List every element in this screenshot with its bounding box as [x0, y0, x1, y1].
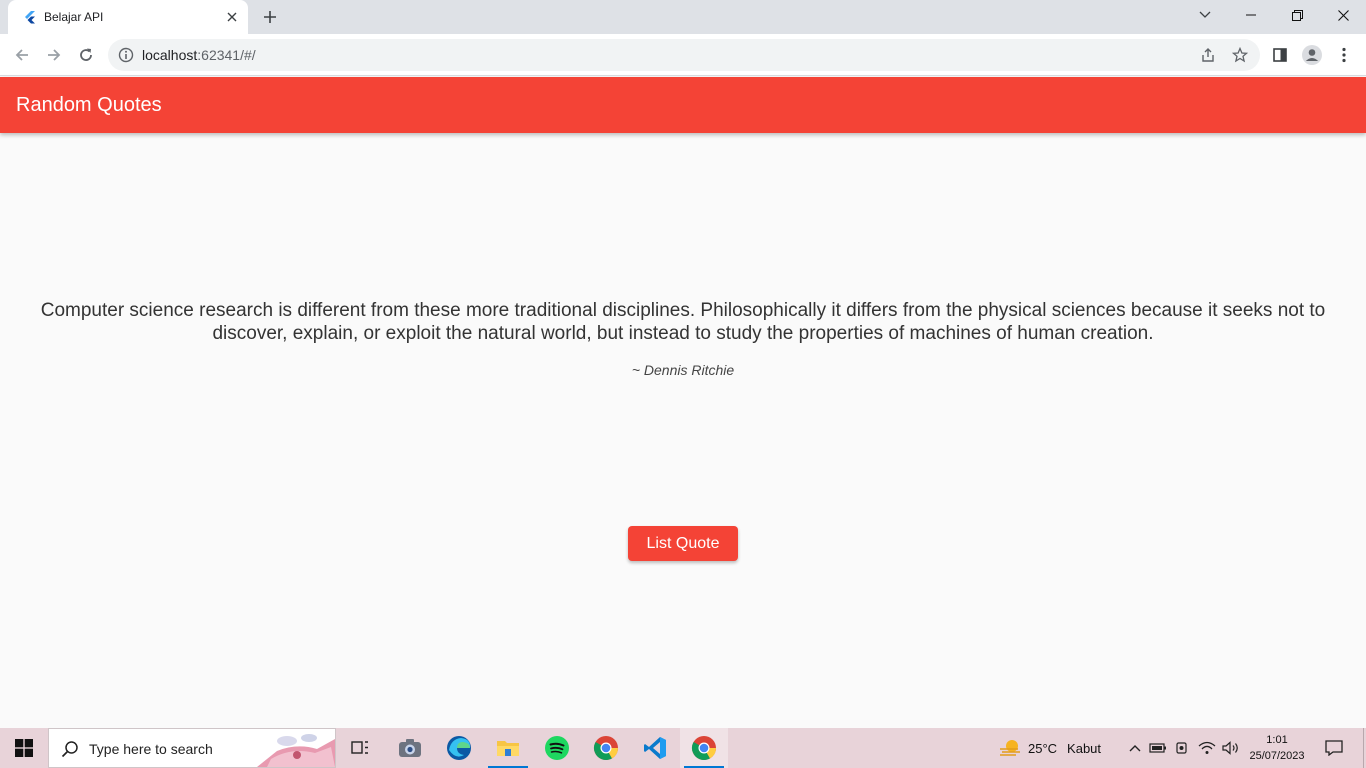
weather-desc: Kabut [1067, 740, 1102, 756]
search-icon [61, 740, 79, 758]
show-hidden-icons-icon[interactable] [1126, 728, 1144, 768]
windows-start-icon[interactable] [0, 728, 48, 768]
tab-search-icon[interactable] [1182, 0, 1228, 30]
volume-icon[interactable] [1220, 728, 1242, 768]
quote-author: ~ Dennis Ritchie [631, 362, 735, 378]
bookmark-star-icon[interactable] [1230, 45, 1250, 65]
quote-text: Computer science research is different f… [40, 300, 1326, 344]
site-info-icon[interactable] [118, 47, 134, 63]
minimize-icon[interactable] [1228, 0, 1274, 30]
back-icon[interactable] [8, 41, 36, 69]
browser-tabstrip: Belajar API [0, 0, 1366, 34]
weather-icon[interactable] [996, 728, 1024, 768]
notifications-icon[interactable] [1320, 728, 1348, 768]
vscode-icon[interactable] [631, 728, 679, 768]
close-window-icon[interactable] [1320, 0, 1366, 30]
battery-icon[interactable] [1148, 728, 1168, 768]
app-bar: Random Quotes [0, 77, 1366, 133]
clock-date: 25/07/2023 [1249, 750, 1305, 762]
chrome-active-icon[interactable] [680, 728, 728, 768]
task-view-icon[interactable] [336, 728, 384, 768]
search-placeholder: Type here to search [89, 741, 213, 757]
flutter-icon [22, 9, 38, 25]
show-desktop-button[interactable] [1360, 728, 1366, 768]
page-title: Random Quotes [16, 94, 162, 116]
taskbar-search-input[interactable]: Type here to search [48, 728, 336, 768]
close-tab-icon[interactable] [222, 7, 242, 27]
weather-text[interactable]: 25°C Kabut [1028, 728, 1108, 768]
menu-more-icon[interactable] [1332, 43, 1356, 67]
search-highlight-image [257, 729, 335, 767]
profile-avatar-icon[interactable] [1300, 43, 1324, 67]
spotify-icon[interactable] [533, 728, 581, 768]
share-icon[interactable] [1198, 45, 1218, 65]
browser-toolbar: localhost:62341/#/ [0, 34, 1366, 76]
restore-icon[interactable] [1274, 0, 1320, 30]
tab-title: Belajar API [44, 10, 104, 24]
clock-time: 1:01 [1266, 734, 1288, 746]
side-panel-icon[interactable] [1268, 43, 1292, 67]
weather-temp: 25°C [1028, 740, 1058, 756]
taskbar-clock[interactable]: 1:01 25/07/2023 [1244, 732, 1310, 764]
browser-tab[interactable]: Belajar API [8, 0, 248, 34]
address-bar[interactable]: localhost:62341/#/ [108, 39, 1260, 71]
forward-icon[interactable] [40, 41, 68, 69]
camera-app-icon[interactable] [386, 728, 434, 768]
windows-taskbar: Type here to search 25°C Kabut 1:01 25/0… [0, 728, 1366, 768]
new-tab-icon[interactable] [258, 5, 282, 29]
url-text: localhost:62341/#/ [142, 47, 256, 63]
list-quote-button[interactable]: List Quote [628, 526, 738, 561]
meet-now-icon[interactable] [1172, 728, 1192, 768]
edge-browser-icon[interactable] [435, 728, 483, 768]
wifi-icon[interactable] [1196, 728, 1218, 768]
reload-icon[interactable] [72, 41, 100, 69]
file-explorer-icon[interactable] [484, 728, 532, 768]
chrome-icon[interactable] [582, 728, 630, 768]
